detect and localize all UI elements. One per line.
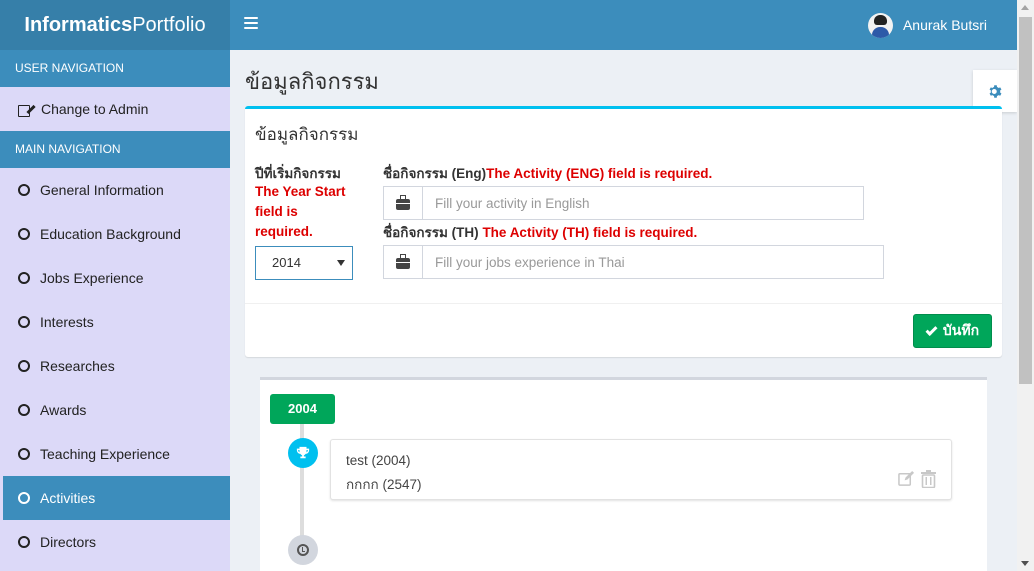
year-select[interactable]: 2014 — [255, 246, 353, 280]
save-button[interactable]: บันทึก — [913, 314, 992, 348]
sidebar-item-interests[interactable]: Interests — [0, 300, 230, 344]
scroll-thumb[interactable] — [1019, 17, 1032, 384]
sidebar-item-change-to-admin[interactable]: Change to Admin — [0, 87, 230, 131]
save-button-label: บันทึก — [942, 322, 980, 338]
activity-th-input[interactable] — [423, 246, 883, 278]
page-scrollbar[interactable] — [1017, 0, 1034, 571]
sidebar-item-education-background[interactable]: Education Background — [0, 212, 230, 256]
sidebar-item-activities[interactable]: Activities — [3, 476, 230, 520]
circle-icon — [18, 536, 30, 548]
sidebar-item-jobs-experience[interactable]: Jobs Experience — [0, 256, 230, 300]
trophy-icon — [296, 446, 310, 459]
timeline-end-marker — [288, 535, 318, 565]
box-footer-divider — [245, 303, 1002, 304]
main-nav-header: MAIN NAVIGATION — [0, 131, 230, 168]
sidebar-item-label: Interests — [40, 314, 94, 330]
user-name: Anurak Butsri — [902, 17, 987, 33]
trash-icon[interactable] — [921, 470, 936, 488]
sidebar-item-label: Change to Admin — [41, 101, 149, 117]
activity-th-group — [383, 245, 884, 279]
scroll-up-arrow-icon[interactable] — [1021, 5, 1029, 10]
timeline-year-label: 2004 — [270, 394, 335, 424]
sidebar-item-general-information[interactable]: General Information — [0, 168, 230, 212]
avatar — [867, 12, 893, 38]
sidebar-item-label: Activities — [40, 490, 96, 506]
timeline-item-title-th: กกกก (2547) — [346, 477, 422, 492]
sidebar-item-label: Awards — [40, 402, 87, 418]
circle-icon — [18, 404, 30, 416]
circle-icon — [18, 492, 30, 504]
user-nav-header: USER NAVIGATION — [0, 50, 230, 87]
briefcase-addon — [384, 187, 423, 219]
hamburger-icon[interactable] — [244, 17, 258, 29]
chevron-down-icon — [337, 260, 345, 266]
sidebar-item-teaching-experience[interactable]: Teaching Experience — [0, 432, 230, 476]
check-icon — [925, 323, 938, 336]
sidebar-item-awards[interactable]: Awards — [0, 388, 230, 432]
scroll-down-arrow-icon[interactable] — [1021, 561, 1029, 566]
sidebar-item-label: Teaching Experience — [40, 446, 170, 462]
circle-icon — [18, 316, 30, 328]
briefcase-icon — [396, 194, 410, 210]
sidebar-item-directors[interactable]: Directors — [0, 520, 230, 564]
sidebar-item-label: Researches — [40, 358, 115, 374]
edit-icon[interactable] — [898, 470, 915, 487]
timeline-item: test (2004) กกกก (2547) — [330, 439, 952, 500]
circle-icon — [18, 272, 30, 284]
activity-eng-label: ชื่อกิจกรรม (Eng)The Activity (ENG) fiel… — [383, 166, 713, 181]
timeline-marker — [288, 438, 318, 468]
activity-eng-error: The Activity (ENG) field is required. — [486, 166, 713, 181]
top-navbar: Anurak Butsri — [230, 0, 1017, 50]
page-title: ข้อมูลกิจกรรม — [245, 69, 379, 94]
activity-th-label: ชื่อกิจกรรม (TH) The Activity (TH) field… — [383, 225, 698, 240]
year-label: ปีที่เริ่มกิจกรรม — [255, 166, 341, 181]
activity-eng-group — [383, 186, 864, 220]
sidebar-item-label: Education Background — [40, 226, 181, 242]
form-title: ข้อมูลกิจกรรม — [255, 125, 359, 144]
sidebar-item-label: Jobs Experience — [40, 270, 144, 286]
year-select-value: 2014 — [272, 255, 301, 270]
circle-icon — [18, 448, 30, 460]
sidebar-item-researches[interactable]: Researches — [0, 344, 230, 388]
briefcase-icon — [396, 253, 410, 269]
clock-icon — [297, 544, 309, 556]
sidebar: USER NAVIGATION Change to Admin MAIN NAV… — [0, 50, 230, 571]
edit-icon — [18, 103, 32, 117]
activity-th-error: The Activity (TH) field is required. — [482, 225, 698, 240]
year-error: The Year Start field is required. — [255, 184, 346, 239]
circle-icon — [18, 184, 30, 196]
activity-eng-input[interactable] — [423, 187, 863, 219]
sidebar-item-label: General Information — [40, 182, 164, 198]
circle-icon — [18, 360, 30, 372]
timeline-item-title-en: test (2004) — [346, 453, 411, 468]
timeline-box: 2004 test (2004) กกกก (2547) — [260, 377, 987, 571]
briefcase-addon — [384, 246, 423, 278]
activity-form-box: ข้อมูลกิจกรรม ปีที่เริ่มกิจกรรม The Year… — [245, 106, 1002, 357]
circle-icon — [18, 228, 30, 240]
gear-icon — [989, 84, 1001, 98]
user-menu[interactable]: Anurak Butsri — [867, 12, 987, 38]
sidebar-item-label: Directors — [40, 534, 97, 550]
brand-logo[interactable]: InformaticsPortfolio — [0, 0, 230, 50]
